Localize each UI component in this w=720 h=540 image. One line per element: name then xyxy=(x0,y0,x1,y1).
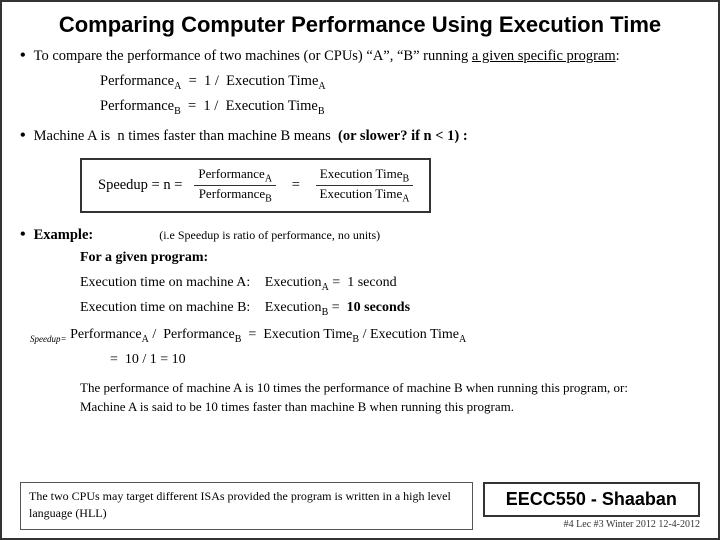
perf-text-block: The performance of machine A is 10 times… xyxy=(80,378,660,417)
bullet-1-marker: • xyxy=(20,47,26,65)
example-note: (i.e Speedup is ratio of performance, no… xyxy=(159,228,380,243)
formula-line-b: PerformanceB = 1 / Execution TimeB xyxy=(100,95,700,120)
speedup-calc-line2: = 10 / 1 = 10 xyxy=(110,352,186,367)
bottom-badge: EECC550 - Shaaban xyxy=(483,482,700,517)
bullet-2-marker: • xyxy=(20,127,26,145)
speedup-num-right: Execution TimeB xyxy=(316,166,413,186)
speedup-num-left: PerformanceA xyxy=(194,166,276,186)
example-label: Example: xyxy=(34,227,94,244)
speedup-calc-line1: PerformanceA / PerformanceB = Execution … xyxy=(70,327,466,342)
bottom-right: EECC550 - Shaaban #4 Lec #3 Winter 2012 … xyxy=(483,482,700,530)
bullet-3-marker: • xyxy=(20,226,26,244)
slide-meta: #4 Lec #3 Winter 2012 12-4-2012 xyxy=(483,519,700,530)
exec-value-a: ExecutionA = 1 second xyxy=(265,271,397,296)
speedup-box: Speedup = n = PerformanceA PerformanceB … xyxy=(80,158,431,212)
speedup-sub-tag: Speedup= xyxy=(30,334,67,344)
bottom-note: The two CPUs may target different ISAs p… xyxy=(20,482,473,530)
exec-line-a: Execution time on machine A: ExecutionA … xyxy=(80,271,700,296)
slide: Comparing Computer Performance Using Exe… xyxy=(0,0,720,540)
slide-title: Comparing Computer Performance Using Exe… xyxy=(20,12,700,38)
bullet-3-row: • Example: (i.e Speedup is ratio of perf… xyxy=(20,225,700,244)
speedup-den-left: PerformanceB xyxy=(195,186,276,205)
bullet-3-section: • Example: (i.e Speedup is ratio of perf… xyxy=(20,225,700,372)
speedup-fraction-left: PerformanceA PerformanceB xyxy=(194,166,276,204)
exec-label-b: Execution time on machine B: xyxy=(80,296,261,320)
speedup-calc-lines: Speedup= PerformanceA / PerformanceB = E… xyxy=(30,323,700,372)
bullet-2-section: • Machine A is n times faster than machi… xyxy=(20,126,700,146)
bottom-bar: The two CPUs may target different ISAs p… xyxy=(20,482,700,530)
bullet-1-row: • To compare the performance of two mach… xyxy=(20,46,700,66)
bullet-1-text: To compare the performance of two machin… xyxy=(34,46,620,66)
perf-text: The performance of machine A is 10 times… xyxy=(80,380,628,415)
bullet-1-section: • To compare the performance of two mach… xyxy=(20,46,700,120)
bullet-2-row: • Machine A is n times faster than machi… xyxy=(20,126,700,146)
exec-line-b: Execution time on machine B: ExecutionB … xyxy=(80,296,700,321)
speedup-inner: Speedup = n = PerformanceA PerformanceB … xyxy=(98,166,413,204)
exec-value-b: ExecutionB = 10 seconds xyxy=(265,296,410,321)
bullet-2-text: Machine A is n times faster than machine… xyxy=(34,126,468,146)
speedup-equals: = xyxy=(288,177,303,194)
speedup-fraction-right: Execution TimeB Execution TimeA xyxy=(316,166,414,204)
speedup-box-wrapper: Speedup = n = PerformanceA PerformanceB … xyxy=(20,152,700,218)
formula-line-a: PerformanceA = 1 / Execution TimeA xyxy=(100,70,700,95)
exec-label-a: Execution time on machine A: xyxy=(80,271,261,295)
bottom-note-text: The two CPUs may target different ISAs p… xyxy=(29,489,451,520)
for-given-program: For a given program: xyxy=(80,246,700,270)
speedup-den-right: Execution TimeA xyxy=(316,186,414,205)
exec-lines: For a given program: Execution time on m… xyxy=(80,246,700,321)
formula-block-1: PerformanceA = 1 / Execution TimeA Perfo… xyxy=(100,70,700,120)
speedup-label: Speedup = n = xyxy=(98,177,182,194)
